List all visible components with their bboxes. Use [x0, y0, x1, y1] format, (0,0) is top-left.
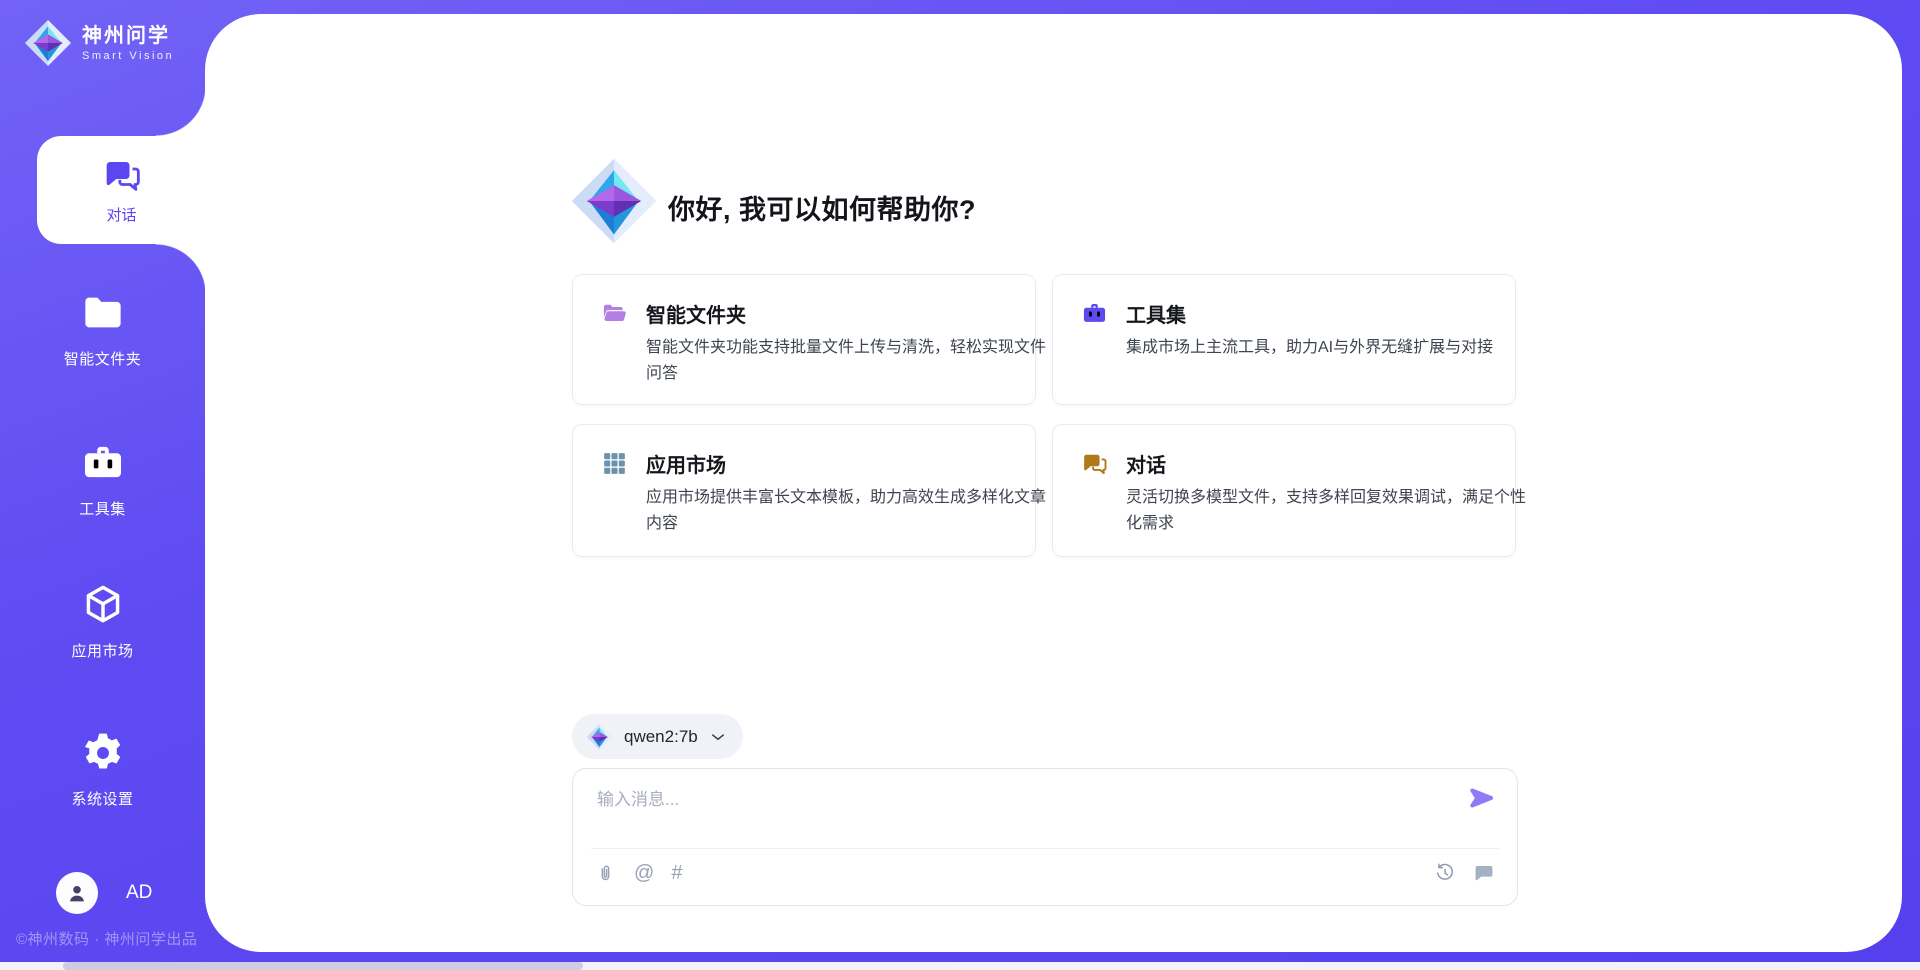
- folder-open-icon: [601, 300, 628, 327]
- chevron-down-icon: [709, 728, 727, 746]
- user-name: AD: [126, 882, 152, 904]
- greeting-title: 你好, 我可以如何帮助你?: [668, 188, 976, 227]
- chat-icon: [1081, 450, 1108, 477]
- sidebar-item-chat[interactable]: 对话: [37, 136, 206, 244]
- card-description: 应用市场提供丰富长文本模板，助力高效生成多样化文章内容: [646, 485, 1050, 537]
- card-app-market[interactable]: 应用市场 应用市场提供丰富长文本模板，助力高效生成多样化文章内容: [572, 424, 1036, 557]
- card-chat[interactable]: 对话 灵活切换多模型文件，支持多样回复效果调试，满足个性化需求: [1052, 424, 1516, 557]
- at-icon[interactable]: @: [634, 862, 654, 884]
- paperclip-icon[interactable]: [595, 862, 617, 884]
- tab-notch-top: [156, 86, 206, 136]
- card-toolset[interactable]: 工具集 集成市场上主流工具，助力AI与外界无缝扩展与对接: [1052, 274, 1516, 405]
- model-selector[interactable]: qwen2:7b: [572, 714, 743, 759]
- app-subtitle: Smart Vision: [82, 50, 174, 62]
- chat-bubble-icon[interactable]: [1473, 862, 1495, 884]
- tab-notch-bottom: [156, 244, 206, 294]
- app-title: 神州问学: [82, 24, 174, 48]
- diamond-logo-icon: [24, 18, 72, 68]
- history-icon[interactable]: [1434, 862, 1456, 884]
- sidebar-item-toolset[interactable]: 工具集: [0, 440, 205, 519]
- diamond-logo-icon: [586, 723, 613, 751]
- chat-icon: [102, 155, 142, 195]
- card-title: 应用市场: [646, 449, 726, 478]
- card-description: 智能文件夹功能支持批量文件上传与清洗，轻松实现文件问答: [646, 335, 1050, 387]
- card-smart-folder[interactable]: 智能文件夹 智能文件夹功能支持批量文件上传与清洗，轻松实现文件问答: [572, 274, 1036, 405]
- sidebar-item-label: 应用市场: [0, 640, 205, 661]
- sidebar-item-label: 智能文件夹: [0, 348, 205, 369]
- sidebar-item-label: 工具集: [0, 498, 205, 519]
- card-description: 灵活切换多模型文件，支持多样回复效果调试，满足个性化需求: [1126, 485, 1530, 537]
- copyright-footer: ©神州数码 · 神州问学出品: [16, 928, 197, 949]
- sidebar-item-app-market[interactable]: 应用市场: [0, 582, 205, 661]
- sidebar-item-label: 系统设置: [0, 788, 205, 809]
- scrollbar-thumb[interactable]: [63, 962, 583, 970]
- grid-icon: [601, 450, 628, 477]
- model-name: qwen2:7b: [624, 727, 698, 747]
- user-profile[interactable]: AD: [56, 872, 152, 914]
- card-title: 工具集: [1126, 299, 1186, 328]
- gear-icon: [80, 730, 126, 776]
- sidebar-item-settings[interactable]: 系统设置: [0, 730, 205, 809]
- message-composer: @ #: [572, 768, 1518, 906]
- card-description: 集成市场上主流工具，助力AI与外界无缝扩展与对接: [1126, 335, 1530, 361]
- send-icon[interactable]: [1469, 785, 1495, 811]
- app-brand: 神州问学 Smart Vision: [24, 18, 174, 68]
- card-title: 对话: [1126, 449, 1166, 478]
- composer-divider: [591, 848, 1499, 849]
- diamond-logo-icon: [570, 156, 658, 246]
- cube-icon: [80, 582, 126, 628]
- person-icon: [64, 880, 90, 906]
- card-title: 智能文件夹: [646, 299, 746, 328]
- sidebar-item-label: 对话: [106, 204, 136, 225]
- hash-icon[interactable]: #: [671, 862, 682, 884]
- toolbox-icon: [1081, 300, 1108, 327]
- folder-icon: [80, 290, 126, 336]
- avatar: [56, 872, 98, 914]
- sidebar-item-smart-folder[interactable]: 智能文件夹: [0, 290, 205, 369]
- toolbox-icon: [80, 440, 126, 486]
- message-input[interactable]: [595, 783, 1459, 845]
